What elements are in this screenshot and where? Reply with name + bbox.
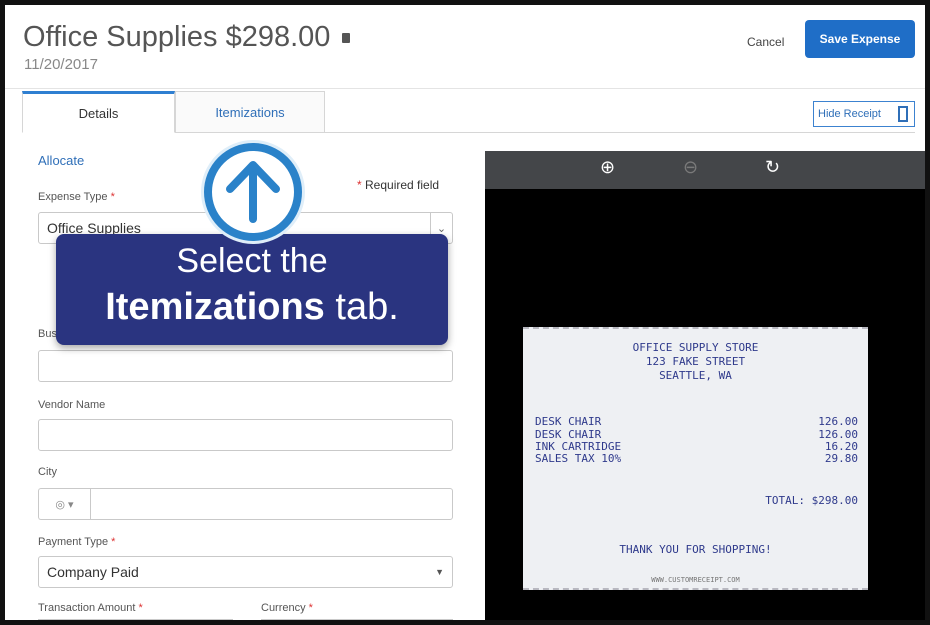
required-field-text: Required field xyxy=(365,178,440,192)
receipt-store-name: OFFICE SUPPLY STORE xyxy=(632,341,759,354)
transaction-amount-label-text: Transaction Amount xyxy=(38,602,136,614)
caret-down-icon: ▼ xyxy=(435,567,444,577)
transaction-amount-input[interactable] xyxy=(38,619,233,620)
city-label: City xyxy=(38,466,57,478)
payment-type-label: Payment Type * xyxy=(38,536,116,548)
tab-details[interactable]: Details xyxy=(22,91,175,133)
payment-type-value: Company Paid xyxy=(47,564,139,580)
save-expense-button[interactable]: Save Expense xyxy=(805,20,915,58)
receipt-thanks: THANK YOU FOR SHOPPING! xyxy=(619,543,772,556)
vendor-name-input[interactable] xyxy=(38,419,453,451)
country-flag-dropdown[interactable]: ◎ ▾ xyxy=(38,488,90,520)
expense-type-label-text: Expense Type xyxy=(38,191,108,203)
vendor-name-label: Vendor Name xyxy=(38,399,106,411)
tab-itemizations[interactable]: Itemizations xyxy=(175,91,325,133)
expense-title-text: Office Supplies $298.00 xyxy=(23,21,331,53)
receipt-item-name: DESK CHAIR xyxy=(535,415,602,428)
required-field-note: * Required field xyxy=(357,178,440,192)
callout-line-2: Itemizations tab. xyxy=(56,286,448,329)
allocate-link[interactable]: Allocate xyxy=(38,153,84,168)
receipt-total: TOTAL: $298.00 xyxy=(765,494,858,507)
expense-title: Office Supplies $298.00 xyxy=(23,21,351,54)
cancel-button[interactable]: Cancel xyxy=(747,35,784,49)
receipt-city: SEATTLE, WA xyxy=(659,369,732,382)
payment-type-select[interactable]: Company Paid ▼ xyxy=(38,556,453,588)
arrow-up-icon xyxy=(204,143,302,241)
receipt-address: 123 FAKE STREET xyxy=(645,355,746,368)
expense-date: 11/20/2017 xyxy=(24,56,98,73)
globe-icon: ◎ ▾ xyxy=(55,498,74,511)
zoom-out-icon[interactable]: ⊖ xyxy=(683,157,698,178)
tutorial-callout: Select the Itemizations tab. xyxy=(56,234,448,345)
callout-line-1: Select the xyxy=(176,242,328,280)
receipt-item-amount: 29.80 xyxy=(824,452,858,465)
payment-type-label-text: Payment Type xyxy=(38,536,109,548)
receipt-icon xyxy=(898,106,908,122)
transaction-amount-label: Transaction Amount * xyxy=(38,602,143,614)
receipt-item-name: SALES TAX 10% xyxy=(535,452,622,465)
hide-receipt-button[interactable]: Hide Receipt xyxy=(813,101,915,127)
receipt-toolbar: ⊕ ⊖ ↻ xyxy=(485,151,925,189)
receipt-document-icon[interactable] xyxy=(342,33,351,44)
header-divider xyxy=(5,88,925,89)
business-purpose-input[interactable] xyxy=(38,350,453,382)
currency-label-text: Currency xyxy=(261,602,306,614)
hide-receipt-label: Hide Receipt xyxy=(818,108,881,120)
callout-emphasis: Itemizations xyxy=(105,286,325,328)
currency-label: Currency * xyxy=(261,602,313,614)
expense-window: Office Supplies $298.00 11/20/2017 Cance… xyxy=(0,0,930,625)
callout-rest: tab. xyxy=(324,286,399,328)
expense-type-label: Expense Type * xyxy=(38,191,115,203)
city-input[interactable] xyxy=(90,488,453,520)
receipt-image: OFFICE SUPPLY STORE 123 FAKE STREET SEAT… xyxy=(523,327,868,590)
tab-divider xyxy=(325,132,915,133)
zoom-in-icon[interactable]: ⊕ xyxy=(600,157,615,178)
rotate-icon[interactable]: ↻ xyxy=(765,157,780,178)
currency-select[interactable] xyxy=(261,619,453,620)
receipt-item-amount: 126.00 xyxy=(818,415,858,428)
receipt-footer: WWW.CUSTOMRECEIPT.COM xyxy=(651,576,740,584)
